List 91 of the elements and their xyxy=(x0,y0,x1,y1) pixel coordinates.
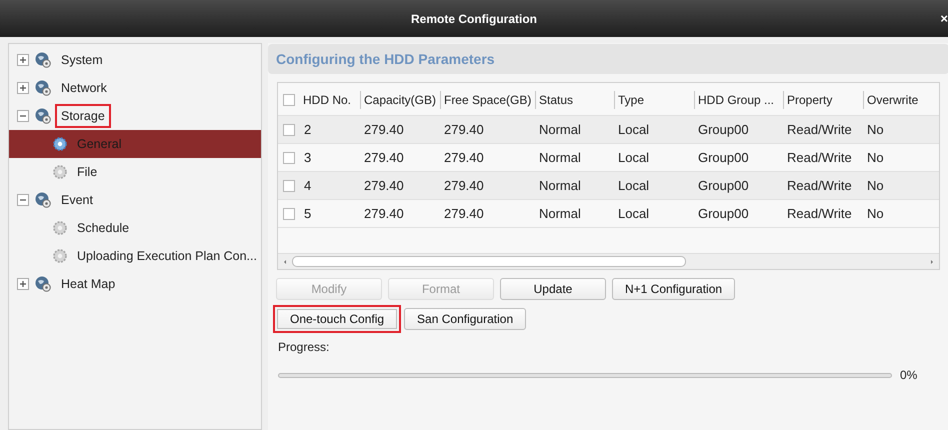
table-cell-text: 279.40 xyxy=(442,148,485,167)
globe-gear-icon xyxy=(35,52,51,68)
tree-item[interactable]: Heat Map xyxy=(9,270,261,298)
table-cell-text: 279.40 xyxy=(362,176,405,195)
tree-label: General xyxy=(76,136,122,153)
tree-item[interactable]: Schedule xyxy=(9,214,261,242)
table-cell-text: 279.40 xyxy=(442,176,485,195)
globe-gear-icon xyxy=(35,108,51,124)
window-title: Remote Configuration xyxy=(411,10,537,28)
table-row[interactable]: 4 279.40 279.40 Normal Local Group00 Read/Write No xyxy=(278,171,939,199)
checkbox[interactable] xyxy=(282,208,295,220)
action-button[interactable]: One-touch Config xyxy=(272,305,402,333)
progress-reading: 0% xyxy=(900,367,918,384)
gear-icon xyxy=(53,165,67,179)
tree-item[interactable]: Uploading Execution Plan Con... xyxy=(9,242,261,270)
gear-icon xyxy=(53,249,67,263)
table-cell-text: 279.40 xyxy=(362,148,405,167)
column-header[interactable]: Capacity(GB) xyxy=(360,91,440,109)
tree-label: Uploading Execution Plan Con... xyxy=(76,248,258,265)
table-cell-text: 279.40 xyxy=(442,204,485,223)
tree-label: File xyxy=(76,164,98,181)
panel-title: Configuring the HDD Parameters xyxy=(276,50,495,69)
table-cell-text: No xyxy=(866,148,885,167)
expand-icon[interactable] xyxy=(17,278,29,290)
checkbox[interactable] xyxy=(282,124,295,136)
tree-label: Schedule xyxy=(76,220,130,237)
table-cell-text: Normal xyxy=(538,176,582,195)
table-cell-text: Read/Write xyxy=(786,176,853,195)
tree-label: Event xyxy=(60,192,94,209)
column-header[interactable]: Free Space(GB) xyxy=(440,91,535,109)
collapse-icon[interactable] xyxy=(17,194,29,206)
tree-label: Storage xyxy=(57,106,109,126)
table-row[interactable]: 2 279.40 279.40 Normal Local Group00 Read/Write No xyxy=(278,115,939,143)
column-header[interactable]: Overwrite xyxy=(862,91,939,109)
action-button[interactable]: N+1 Configuration xyxy=(612,278,736,300)
table-cell-text: 279.40 xyxy=(442,120,485,139)
column-header[interactable]: HDD No. xyxy=(300,91,360,109)
tree-label: System xyxy=(60,52,104,69)
table-cell-text: Normal xyxy=(538,204,582,223)
table-cell-text: Read/Write xyxy=(786,120,853,139)
globe-gear-icon xyxy=(35,276,51,292)
tree-item[interactable]: Storage xyxy=(9,102,261,130)
column-header[interactable]: Status xyxy=(534,91,614,109)
progress-label: Progress: xyxy=(278,339,330,356)
checkbox[interactable] xyxy=(282,152,295,164)
horizontal-scrollbar[interactable] xyxy=(278,253,939,269)
table-cell-text: 279.40 xyxy=(362,120,405,139)
column-header[interactable]: HDD Group ... xyxy=(694,91,783,109)
table-cell-text: No xyxy=(866,176,885,195)
table-cell-text: Group00 xyxy=(696,176,750,195)
tree-item[interactable]: File xyxy=(9,158,261,186)
scroll-right-icon[interactable] xyxy=(928,258,935,264)
table-cell-text: Read/Write xyxy=(786,148,853,167)
table-cell-text: 279.40 xyxy=(362,204,405,223)
scroll-left-icon[interactable] xyxy=(282,258,288,264)
table-cell-text: Normal xyxy=(538,120,582,139)
table-cell-text: Normal xyxy=(538,148,582,167)
collapse-icon[interactable] xyxy=(17,110,29,122)
table-cell-text: Local xyxy=(616,176,650,195)
checkbox[interactable] xyxy=(282,94,295,106)
table-cell-text: Local xyxy=(616,148,650,167)
tree-item[interactable]: Network xyxy=(9,74,261,102)
table-cell-text: No xyxy=(866,120,885,139)
table-cell-text: 4 xyxy=(302,176,312,195)
globe-gear-icon xyxy=(35,80,51,96)
table-cell-text: 5 xyxy=(302,204,312,223)
tree-item[interactable]: Event xyxy=(9,186,261,214)
tree-label: Heat Map xyxy=(60,276,116,293)
tree-item[interactable]: System xyxy=(9,46,261,74)
tree-label: Network xyxy=(60,80,108,97)
column-header[interactable]: Type xyxy=(614,91,694,109)
close-button[interactable]: × xyxy=(940,8,948,28)
expand-icon[interactable] xyxy=(17,54,29,66)
scrollbar-thumb[interactable] xyxy=(292,256,686,267)
checkbox[interactable] xyxy=(282,180,295,192)
globe-gear-icon xyxy=(35,192,51,208)
table-cell-text: Group00 xyxy=(696,204,750,223)
table-cell-text: Local xyxy=(616,120,650,139)
table-cell-text: Group00 xyxy=(696,120,750,139)
table-cell-text: Read/Write xyxy=(786,204,853,223)
column-header[interactable]: Property xyxy=(782,91,863,109)
table-cell-text: 2 xyxy=(302,120,312,139)
action-button[interactable]: Update xyxy=(500,278,606,300)
table-cell-text: 3 xyxy=(302,148,312,167)
gear-icon xyxy=(53,221,67,235)
gear-icon xyxy=(53,137,67,151)
expand-icon[interactable] xyxy=(17,82,29,94)
table-cell-text: No xyxy=(866,204,885,223)
table-cell-text: Group00 xyxy=(696,148,750,167)
table-cell-text: Local xyxy=(616,204,650,223)
action-button[interactable]: San Configuration xyxy=(404,308,526,330)
